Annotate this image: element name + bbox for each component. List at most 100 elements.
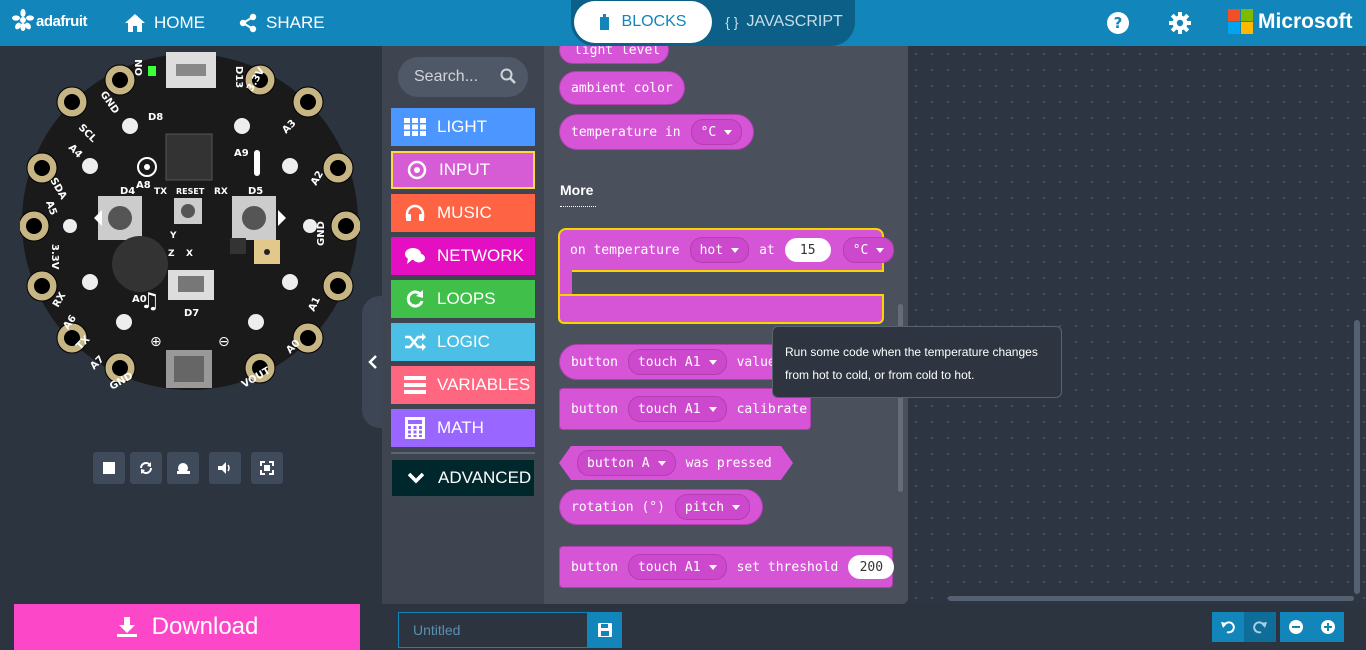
- unit-dropdown[interactable]: °C: [690, 119, 743, 145]
- pin-label-d5: D5: [248, 186, 263, 197]
- minus-sign-icon: ⊖: [218, 334, 230, 350]
- snail-icon: [177, 463, 190, 474]
- volume-icon: [218, 462, 230, 474]
- block-text: button: [571, 559, 618, 575]
- pin-label-a9: A9: [234, 148, 249, 159]
- category-input[interactable]: INPUT: [391, 151, 535, 189]
- block-text: at: [759, 242, 775, 258]
- workspace-vertical-scrollbar[interactable]: [1354, 320, 1360, 594]
- block-rotation[interactable]: rotation (°) pitch: [559, 489, 763, 525]
- stop-icon: [103, 462, 115, 474]
- home-button[interactable]: HOME: [124, 0, 205, 46]
- workspace-horizontal-scrollbar[interactable]: [948, 596, 1354, 601]
- list-icon: [404, 376, 426, 394]
- category-light[interactable]: LIGHT: [391, 108, 535, 146]
- block-set-threshold[interactable]: button touch A1 set threshold 200: [559, 546, 895, 588]
- restart-simulator-button[interactable]: [130, 452, 162, 484]
- category-variables[interactable]: VARIABLES: [391, 366, 535, 404]
- category-loops[interactable]: LOOPS: [391, 280, 535, 318]
- search-icon: [500, 68, 516, 84]
- home-icon: [125, 14, 145, 32]
- block-on-temperature-header: on temperature hot at 15 °C: [558, 228, 895, 272]
- category-label: LIGHT: [437, 117, 488, 136]
- threshold-input[interactable]: 15: [784, 238, 831, 262]
- zoom-out-button[interactable]: [1280, 612, 1312, 642]
- button-dropdown[interactable]: button A: [577, 450, 676, 476]
- block-text: ambient color: [571, 80, 673, 96]
- gear-icon[interactable]: [1168, 11, 1192, 35]
- home-label: HOME: [154, 13, 205, 32]
- axis-dropdown[interactable]: pitch: [674, 494, 751, 520]
- search-placeholder: Search...: [414, 68, 479, 85]
- pin-dropdown[interactable]: touch A1: [627, 349, 727, 375]
- stop-simulator-button[interactable]: [93, 452, 125, 484]
- block-ambient-color[interactable]: ambient color: [559, 71, 685, 105]
- category-label: VARIABLES: [437, 375, 531, 394]
- tab-blocks-label: BLOCKS: [621, 13, 687, 30]
- category-network[interactable]: NETWORK: [391, 237, 535, 275]
- save-icon: [598, 623, 612, 637]
- pin-label-gnd-3: GND: [316, 221, 327, 246]
- zoom-in-button[interactable]: [1312, 612, 1344, 642]
- pin-label-rx-mid: RX: [214, 187, 228, 197]
- category-label: LOGIC: [437, 332, 490, 351]
- pin-label-y: Y: [169, 231, 177, 241]
- block-on-temperature[interactable]: on temperature hot at 15 °C: [558, 228, 895, 324]
- download-button[interactable]: Download: [14, 604, 360, 650]
- zoom-in-icon: [1321, 620, 1335, 634]
- adafruit-logo[interactable]: adafruit: [12, 9, 88, 31]
- block-text: light level: [574, 46, 661, 58]
- category-music[interactable]: MUSIC: [391, 194, 535, 232]
- slow-mo-button[interactable]: [167, 452, 199, 484]
- category-advanced[interactable]: ADVANCED: [391, 459, 535, 497]
- fullscreen-icon: [260, 461, 274, 475]
- microsoft-label: Microsoft: [1258, 10, 1353, 33]
- svg-text:?: ?: [1114, 14, 1123, 32]
- blocks-workspace[interactable]: [908, 46, 1366, 604]
- grid-icon: [404, 118, 426, 136]
- puzzle-icon: [599, 14, 609, 30]
- share-button[interactable]: SHARE: [238, 0, 325, 46]
- collapse-simulator-button[interactable]: [362, 296, 384, 428]
- tooltip-line: from hot to cold, or from cold to hot.: [785, 368, 975, 382]
- block-text: was pressed: [685, 455, 772, 471]
- redo-icon: [1253, 621, 1267, 634]
- block-button-pressed[interactable]: button A was pressed: [559, 446, 793, 480]
- category-logic[interactable]: LOGIC: [391, 323, 535, 361]
- logo-text: adafruit: [36, 13, 88, 30]
- block-text: on temperature: [570, 242, 680, 258]
- circuit-playground-board[interactable]: D8 ON D13 GND SCL A4 SDA A5 3.3V RX A6 T…: [20, 50, 360, 400]
- block-light-level[interactable]: light level: [559, 46, 669, 64]
- block-temperature-in[interactable]: temperature in °C: [559, 114, 754, 150]
- toolbox-search[interactable]: Search...: [398, 57, 528, 97]
- pin-dropdown[interactable]: touch A1: [627, 396, 727, 422]
- save-button[interactable]: [588, 612, 622, 648]
- target-icon: [407, 160, 427, 180]
- undo-button[interactable]: [1212, 612, 1244, 642]
- adafruit-flower-icon: [12, 9, 34, 31]
- microsoft-logo[interactable]: Microsoft: [1228, 9, 1353, 35]
- help-icon[interactable]: ?: [1106, 11, 1130, 35]
- tab-blocks[interactable]: BLOCKS: [574, 1, 712, 43]
- category-label: NETWORK: [437, 246, 524, 265]
- microsoft-windows-icon: [1228, 9, 1253, 34]
- pin-label-on: ON: [134, 59, 145, 76]
- project-name-input[interactable]: Untitled: [398, 612, 588, 648]
- fullscreen-button[interactable]: [251, 452, 283, 484]
- category-math[interactable]: MATH: [391, 409, 535, 447]
- pin-label-a8: A8: [136, 180, 151, 191]
- threshold-input[interactable]: 200: [848, 555, 895, 579]
- block-text: calibrate: [736, 401, 808, 417]
- condition-dropdown[interactable]: hot: [689, 237, 750, 263]
- redo-button[interactable]: [1244, 612, 1276, 642]
- tab-javascript[interactable]: { } JAVASCRIPT: [716, 1, 852, 43]
- toolbox-divider: [391, 452, 535, 454]
- more-heading: More: [560, 182, 594, 198]
- pin-label-3v3-left: 3.3V: [49, 244, 60, 270]
- mute-button[interactable]: [209, 452, 241, 484]
- block-button-value[interactable]: button touch A1 value: [559, 344, 789, 380]
- unit-dropdown[interactable]: °C: [842, 237, 895, 263]
- block-text: temperature in: [571, 124, 681, 140]
- pin-label-d7: D7: [184, 308, 199, 319]
- pin-dropdown[interactable]: touch A1: [627, 554, 727, 580]
